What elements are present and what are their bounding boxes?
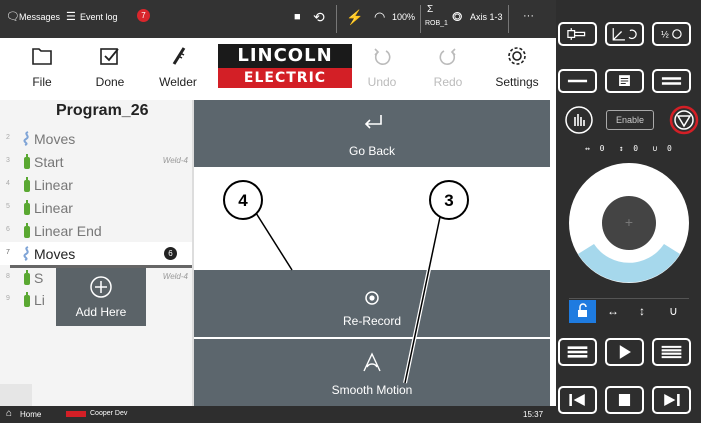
note-button[interactable] [605, 69, 644, 93]
list-button[interactable] [558, 338, 597, 366]
frame-button[interactable] [605, 22, 644, 46]
axis-x-button[interactable]: ↔ [607, 304, 619, 318]
stop-square-icon [618, 394, 631, 406]
axes-readout: ↔ 0 ↕ 0 ∪ 0 [585, 144, 672, 153]
callout-number-b: 3 [444, 191, 453, 210]
teach-pendant-panel: ½ Enable ↔ 0 ↕ 0 ∪ 0 + ↔ ↕ ∪ [556, 0, 701, 423]
axis-y-button[interactable]: ↕ [639, 304, 645, 318]
note-icon [619, 75, 630, 86]
home-icon[interactable]: ⌂ [6, 408, 12, 419]
home-label[interactable]: Home [20, 410, 41, 419]
unlock-icon [578, 303, 587, 317]
equals-button[interactable] [652, 69, 691, 93]
axis-z-button[interactable]: ∪ [669, 304, 678, 318]
hand-guide-icon[interactable] [564, 105, 594, 135]
speed-fraction-button[interactable]: ½ [652, 22, 691, 46]
play-icon [619, 345, 631, 359]
stop-button[interactable] [605, 386, 644, 414]
clock: 15:37 [523, 410, 544, 419]
skip-back-button[interactable] [558, 386, 597, 414]
callout-line-b [404, 216, 441, 384]
menu-icon [661, 345, 682, 359]
play-button[interactable] [605, 338, 644, 366]
lock-axis-button[interactable] [569, 300, 596, 323]
jog-wheel[interactable]: + [568, 162, 690, 284]
speed-fraction-icon: ½ [661, 29, 682, 39]
tool-icon [567, 28, 586, 40]
lincoln-mini-logo [66, 411, 86, 417]
skip-back-icon [569, 394, 585, 406]
enable-button[interactable]: Enable [606, 110, 654, 130]
equals-icon [661, 77, 682, 85]
callout-line-a [255, 212, 293, 271]
plus-icon: + [625, 214, 633, 230]
list-icon [567, 346, 588, 358]
svg-text:½: ½ [661, 29, 669, 39]
minus-icon [567, 79, 588, 83]
minus-button[interactable] [558, 69, 597, 93]
menu-button[interactable] [652, 338, 691, 366]
skip-forward-icon [664, 394, 680, 406]
callout-number-a: 4 [238, 191, 248, 210]
bottom-status-bar: ⌂ Home Cooper Dev 15:37 [0, 406, 556, 423]
user-label: Cooper Dev [90, 410, 128, 417]
tool-button[interactable] [558, 22, 597, 46]
emergency-stop-icon[interactable] [669, 105, 699, 135]
axis-selector: ↔ ↕ ∪ [569, 298, 689, 323]
frame-icon [612, 28, 637, 41]
skip-forward-button[interactable] [652, 386, 691, 414]
